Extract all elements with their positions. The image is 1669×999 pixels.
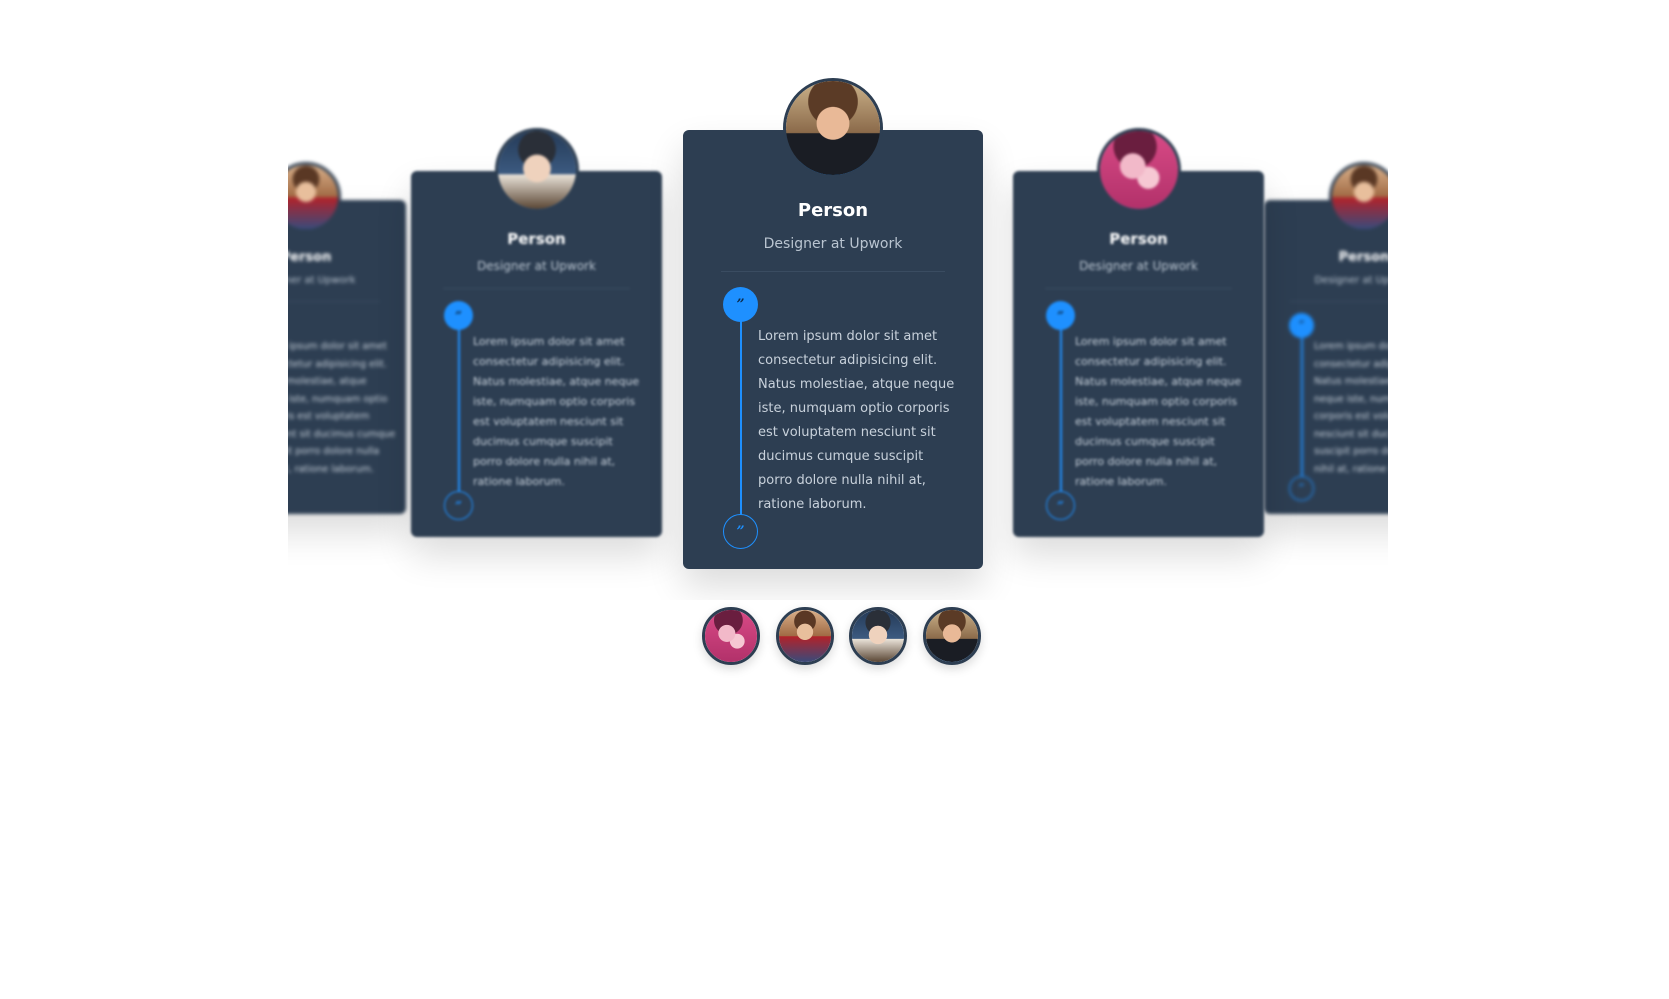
testimonial-card-left-far[interactable]: Person Designer at Upwork ” Lorem ipsum … — [288, 162, 406, 514]
card-divider — [443, 288, 630, 289]
card-divider — [721, 271, 945, 272]
quote-timeline-line — [740, 305, 742, 535]
person-name: Person — [1109, 230, 1168, 248]
card-divider — [1045, 288, 1232, 289]
boy-crowd-avatar-icon — [1329, 162, 1388, 232]
testimonial-text: Lorem ipsum dolor sit amet consectetur a… — [1075, 335, 1242, 488]
testimonial-text: Lorem ipsum dolor sit amet consectetur a… — [473, 335, 640, 488]
testimonial-card-right-far[interactable]: Person Designer at Upwork ” Lorem ipsum … — [1264, 162, 1388, 514]
quote-timeline-line — [1060, 316, 1062, 508]
card-divider — [288, 301, 380, 302]
testimonial-card-left-mid[interactable]: Person Designer at Upwork ” Lorem ipsum … — [411, 128, 662, 537]
testimonial-slider: Person Designer at Upwork ” Lorem ipsum … — [0, 0, 1669, 999]
person-role: Designer at Upwork — [1314, 275, 1388, 286]
quote-open-icon: ” — [1289, 313, 1314, 338]
person-role: Designer at Upwork — [477, 259, 596, 273]
testimonial-text: Lorem ipsum dolor sit amet consectetur a… — [288, 341, 396, 475]
boy-crowd-avatar-icon — [288, 162, 341, 232]
person-role: Designer at Upwork — [1079, 259, 1198, 273]
testimonial-card-right-mid[interactable]: Person Designer at Upwork ” Lorem ipsum … — [1013, 128, 1264, 537]
thumbnail-man-glasses-avatar-icon[interactable] — [849, 607, 907, 665]
quote-open-icon: ” — [444, 301, 473, 330]
quote-close-icon: ” — [723, 514, 758, 549]
person-name: Person — [1338, 250, 1388, 265]
thumbnail-pink-avatar-icon[interactable] — [702, 607, 760, 665]
person-name: Person — [288, 250, 332, 265]
quote-open-icon: ” — [723, 287, 758, 322]
quote-open-icon: ” — [1046, 301, 1075, 330]
testimonial-text: Lorem ipsum dolor sit amet consectetur a… — [758, 329, 955, 512]
person-name: Person — [507, 230, 566, 248]
quote-timeline-line — [458, 316, 460, 508]
card-divider — [1290, 301, 1388, 302]
person-role: Designer at Upwork — [763, 236, 903, 252]
quote-close-icon: ” — [1289, 476, 1314, 501]
testimonial-card-active[interactable]: Person Designer at Upwork ” Lorem ipsum … — [683, 78, 983, 569]
man-glasses-avatar-icon — [494, 128, 579, 212]
woman-glasses-avatar-icon — [783, 78, 883, 178]
quote-close-icon: ” — [444, 491, 473, 520]
testimonial-text: Lorem ipsum dolor sit amet consectetur a… — [1314, 341, 1388, 475]
pink-avatar-icon — [1096, 128, 1181, 212]
quote-close-icon: ” — [1046, 491, 1075, 520]
person-role: Designer at Upwork — [288, 275, 356, 286]
thumbnail-pagination — [702, 607, 992, 665]
testimonial-carousel[interactable]: Person Designer at Upwork ” Lorem ipsum … — [288, 0, 1388, 600]
thumbnail-woman-glasses-avatar-icon-active[interactable] — [923, 607, 981, 665]
thumbnail-boy-crowd-avatar-icon[interactable] — [776, 607, 834, 665]
quote-timeline-line — [1301, 324, 1303, 489]
person-name: Person — [797, 200, 869, 221]
